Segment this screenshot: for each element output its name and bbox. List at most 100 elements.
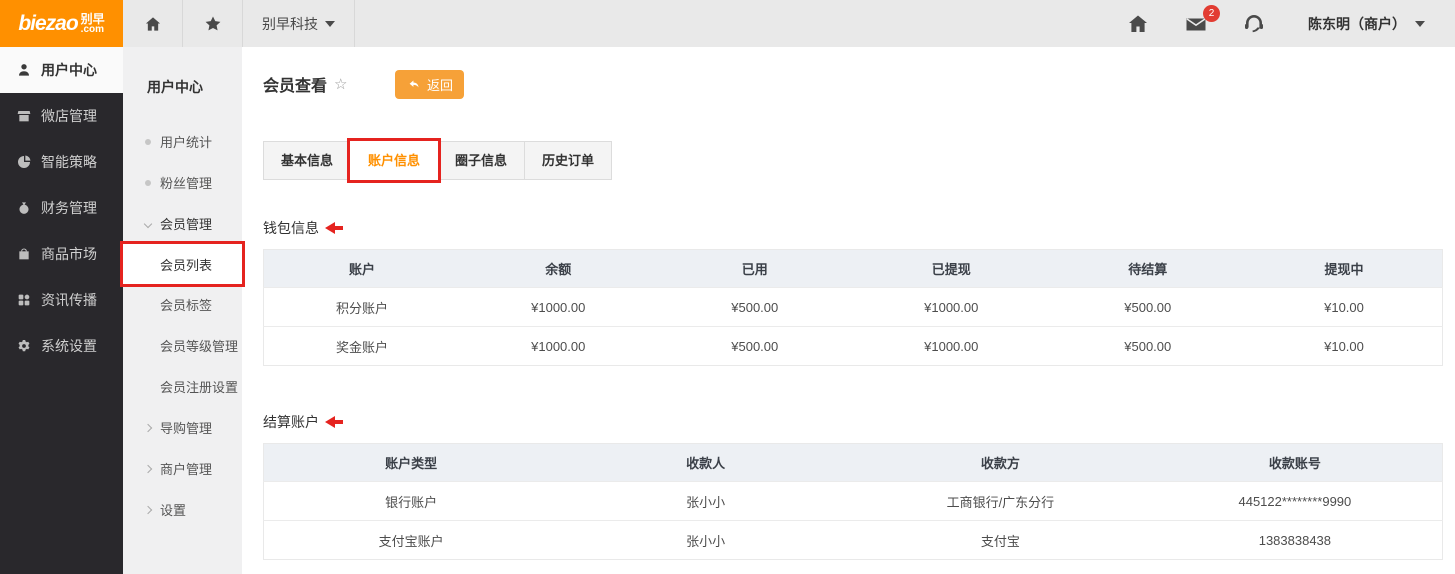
sidebar-item-goods-market[interactable]: 商品市场 [0, 231, 123, 277]
secondary-sidebar: 用户中心 用户统计 粉丝管理 会员管理 会员列表 会员标签 会员等级管理 会员注… [123, 47, 242, 574]
settlement-table: 账户类型 收款人 收款方 收款账号 银行账户 张小小 工商银行/广东分行 445… [263, 443, 1443, 560]
settlement-cell: 张小小 [558, 520, 853, 560]
sidebar-item-user-center[interactable]: 用户中心 [0, 47, 123, 93]
chevron-down-icon [325, 20, 335, 27]
submenu-item-label: 商户管理 [160, 462, 213, 477]
settlement-section-title: 结算账户 [263, 414, 319, 430]
primary-sidebar: 用户中心 微店管理 智能策略 财务管理 商品市场 资讯传播 系统设置 [0, 47, 123, 574]
submenu-item-user-stats[interactable]: 用户统计 [123, 121, 242, 162]
reply-arrow-icon [409, 80, 419, 88]
submenu-item-fans-management[interactable]: 粉丝管理 [123, 162, 242, 203]
wallet-cell: ¥500.00 [656, 287, 853, 327]
chevron-right-icon [143, 505, 160, 514]
wallet-col-header: 余额 [460, 249, 657, 288]
sidebar-item-label: 财务管理 [41, 200, 97, 216]
wallet-cell: ¥500.00 [656, 326, 853, 366]
submenu-item-member-register[interactable]: 会员注册设置 [123, 366, 242, 407]
table-row: 奖金账户 ¥1000.00 ¥500.00 ¥1000.00 ¥500.00 ¥… [263, 326, 1443, 366]
sidebar-item-shop-management[interactable]: 微店管理 [0, 93, 123, 139]
company-dropdown[interactable]: 别早科技 [243, 0, 355, 47]
messages-button[interactable]: 2 [1184, 4, 1220, 36]
wallet-cell: ¥10.00 [1246, 326, 1443, 366]
wallet-cell: ¥1000.00 [853, 326, 1050, 366]
main-content: 会员查看 ☆ 返回 基本信息 账户信息 圈子信息 历史订单 钱包信息 账户 余额… [242, 47, 1455, 574]
submenu-item-label: 会员注册设置 [160, 380, 239, 395]
favorites-shortcut-button[interactable] [183, 0, 243, 47]
wallet-cell: ¥500.00 [1049, 287, 1246, 327]
tab-account-info[interactable]: 账户信息 [350, 141, 438, 180]
company-name: 别早科技 [262, 15, 318, 32]
favorite-star-icon[interactable]: ☆ [334, 75, 347, 93]
back-button[interactable]: 返回 [395, 69, 465, 99]
table-row: 积分账户 ¥1000.00 ¥500.00 ¥1000.00 ¥500.00 ¥… [263, 287, 1443, 327]
brand-logo[interactable]: biezao 别早 .com [0, 0, 123, 47]
shopping-bag-icon [19, 248, 29, 260]
chevron-down-icon [1415, 20, 1425, 27]
submenu-item-label: 设置 [160, 503, 187, 518]
user-menu[interactable]: 陈东明（商户） [1308, 14, 1425, 34]
wallet-section-label: 钱包信息 [263, 218, 1443, 238]
submenu-item-settings[interactable]: 设置 [123, 489, 242, 530]
sidebar-item-smart-strategy[interactable]: 智能策略 [0, 139, 123, 185]
back-button-label: 返回 [426, 77, 453, 93]
wallet-col-header: 已提现 [853, 249, 1050, 288]
settlement-col-header: 收款人 [558, 443, 853, 482]
submenu-item-member-management[interactable]: 会员管理 [123, 203, 242, 244]
tab-circle-info[interactable]: 圈子信息 [437, 141, 525, 180]
wallet-table-header-row: 账户 余额 已用 已提现 待结算 提现中 [263, 249, 1443, 288]
wallet-col-header: 提现中 [1246, 249, 1443, 288]
submenu-item-label: 会员管理 [160, 217, 213, 232]
submenu-item-guide-management[interactable]: 导购管理 [123, 407, 242, 448]
table-row: 支付宝账户 张小小 支付宝 1383838438 [263, 520, 1443, 560]
submenu-list: 用户统计 粉丝管理 会员管理 会员列表 会员标签 会员等级管理 会员注册设置 导… [123, 121, 242, 530]
brand-logo-cn: 别早 [80, 11, 105, 26]
submenu-title: 用户中心 [147, 79, 203, 95]
sidebar-item-label: 系统设置 [41, 338, 97, 354]
grid-icon [18, 294, 30, 306]
wallet-col-header: 已用 [656, 249, 853, 288]
brand-logo-com: .com [80, 23, 105, 35]
sidebar-item-finance-management[interactable]: 财务管理 [0, 185, 123, 231]
settlement-cell: 支付宝账户 [263, 520, 559, 560]
home-shortcut-button[interactable] [123, 0, 183, 47]
submenu-item-member-level[interactable]: 会员等级管理 [123, 325, 242, 366]
wallet-cell: 奖金账户 [263, 326, 460, 366]
submenu-item-label: 会员等级管理 [160, 339, 239, 354]
topbar: biezao 别早 .com 别早科技 2 陈东明（商户） [0, 0, 1455, 47]
chevron-down-icon [143, 219, 160, 228]
tab-bar: 基本信息 账户信息 圈子信息 历史订单 [263, 141, 1443, 180]
sidebar-item-label: 资讯传播 [41, 292, 97, 308]
wallet-col-header: 待结算 [1049, 249, 1246, 288]
headset-icon [1245, 14, 1263, 32]
home-button[interactable] [1126, 12, 1150, 36]
settlement-cell: 1383838438 [1147, 520, 1443, 560]
chevron-right-icon [143, 464, 160, 473]
tab-history-orders[interactable]: 历史订单 [524, 141, 612, 180]
tab-basic-info[interactable]: 基本信息 [263, 141, 351, 180]
user-name: 陈东明（商户） [1308, 15, 1406, 32]
sidebar-item-news-spread[interactable]: 资讯传播 [0, 277, 123, 323]
sidebar-item-system-settings[interactable]: 系统设置 [0, 323, 123, 369]
support-button[interactable] [1242, 12, 1266, 36]
wallet-col-header: 账户 [263, 249, 460, 288]
wallet-cell: 积分账户 [263, 287, 460, 327]
unread-count-badge: 2 [1203, 4, 1220, 22]
star-icon [205, 16, 220, 30]
bullet-dot-icon [145, 179, 160, 186]
settlement-col-header: 收款方 [853, 443, 1148, 482]
page-title: 会员查看 [263, 78, 328, 95]
annotation-arrow-icon [325, 222, 344, 234]
settlement-cell: 工商银行/广东分行 [853, 481, 1148, 521]
submenu-item-member-tags[interactable]: 会员标签 [123, 284, 242, 325]
submenu-item-member-list[interactable]: 会员列表 [123, 244, 242, 284]
settlement-cell: 张小小 [558, 481, 853, 521]
settlement-cell: 支付宝 [853, 520, 1148, 560]
submenu-item-label: 导购管理 [160, 421, 213, 436]
pie-chart-icon [18, 155, 31, 168]
submenu-item-label: 会员列表 [160, 257, 213, 273]
submenu-item-merchant-management[interactable]: 商户管理 [123, 448, 242, 489]
settlement-col-header: 账户类型 [263, 443, 559, 482]
sidebar-item-label: 用户中心 [41, 62, 97, 78]
submenu-item-label: 粉丝管理 [160, 176, 213, 191]
